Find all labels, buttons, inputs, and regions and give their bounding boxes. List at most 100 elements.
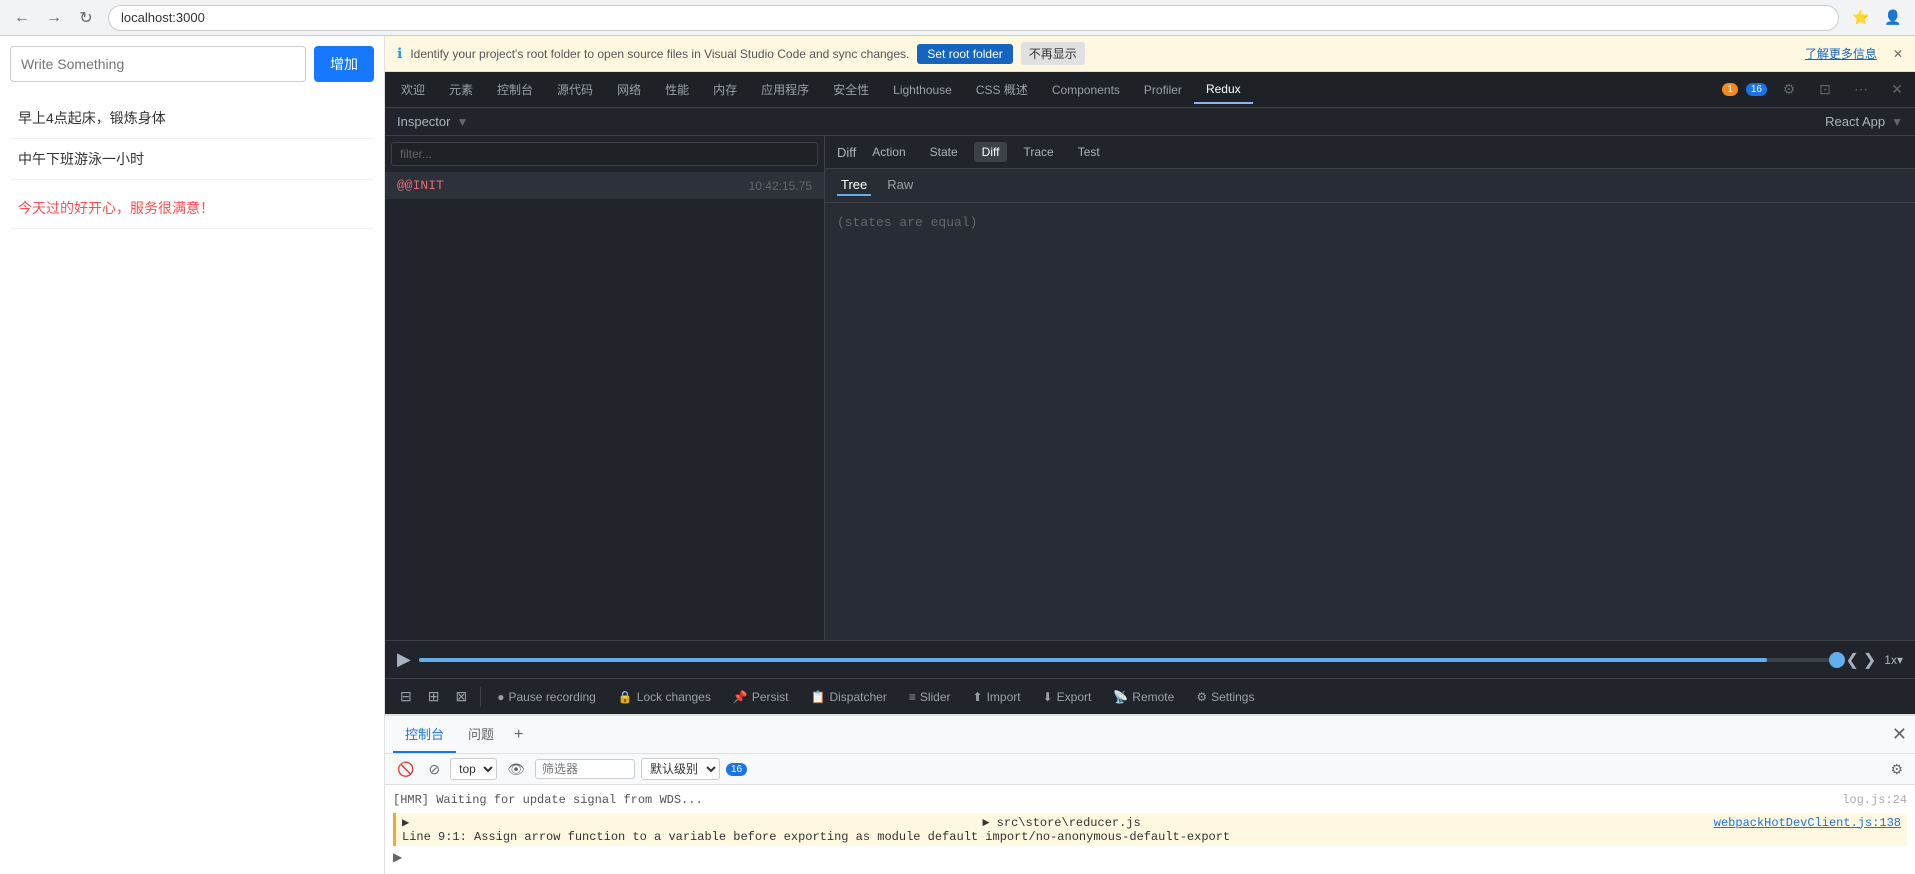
filter-toggle-button[interactable]: ⊘ (424, 759, 444, 780)
console-expand-row: ▶ (393, 848, 1907, 867)
toolbar-icon-btn-1[interactable]: ⊟ (393, 683, 419, 710)
prev-button[interactable]: ❮ (1845, 650, 1858, 670)
close-info-button[interactable]: ✕ (1893, 47, 1903, 61)
tab-profiler[interactable]: Profiler (1132, 77, 1194, 103)
filter-input[interactable] (391, 142, 818, 166)
tab-console-bottom[interactable]: 控制台 (393, 716, 456, 753)
log-file-link[interactable]: log.js:24 (1842, 791, 1907, 809)
url-display: localhost:3000 (121, 10, 205, 25)
tab-network[interactable]: 网络 (605, 75, 653, 104)
add-button[interactable]: 增加 (314, 46, 374, 82)
warning-expand-icon[interactable]: ▶ (402, 815, 409, 830)
app-input-row: 增加 (10, 46, 374, 82)
log-badge: 16 (1746, 83, 1767, 96)
close-console-button[interactable]: ✕ (1892, 724, 1907, 745)
dispatcher-label: Dispatcher (829, 690, 886, 704)
tab-console[interactable]: 控制台 (485, 75, 545, 104)
settings-label: Settings (1211, 690, 1254, 704)
slider-thumb[interactable] (1829, 652, 1845, 668)
tab-memory[interactable]: 内存 (701, 75, 749, 104)
learn-more-link[interactable]: 了解更多信息 (1805, 45, 1877, 62)
devtools-tabs-right: 1 16 ⚙ ⊡ ⋯ ✕ (1722, 76, 1911, 104)
tree-tab[interactable]: Tree (837, 175, 871, 196)
info-icon: ℹ (397, 45, 402, 62)
inspector-dropdown-icon[interactable]: ▼ (456, 115, 468, 129)
tab-performance[interactable]: 性能 (653, 75, 701, 104)
main-layout: 增加 早上4点起床，锻炼身体 中午下班游泳一小时 今天过的好开心，服务很满意！ … (0, 36, 1915, 874)
pause-recording-button[interactable]: ● Pause recording (487, 686, 606, 708)
dismiss-button[interactable]: 不再显示 (1021, 42, 1085, 65)
dispatcher-button[interactable]: 📋 Dispatcher (801, 686, 897, 708)
console-settings-button[interactable]: ⚙ (1886, 759, 1907, 780)
diff-header: Diff Action State Diff Trace Test (825, 136, 1915, 169)
tab-css-overview[interactable]: CSS 概述 (964, 75, 1040, 104)
tab-issues-bottom[interactable]: 问题 (456, 716, 506, 753)
log-level-select[interactable]: 默认级别 (641, 758, 720, 780)
list-item: 中午下班游泳一小时 (10, 139, 374, 180)
console-log-row: [HMR] Waiting for update signal from WDS… (393, 789, 1907, 811)
raw-tab[interactable]: Raw (883, 175, 917, 196)
trace-button[interactable]: Trace (1015, 142, 1061, 162)
speed-selector[interactable]: 1x▾ (1884, 653, 1903, 667)
address-bar[interactable]: localhost:3000 (108, 5, 1839, 31)
cast-icon[interactable]: ⊡ (1811, 76, 1839, 104)
tab-sources[interactable]: 源代码 (545, 75, 605, 104)
toolbar-icon-btn-2[interactable]: ⊞ (421, 683, 447, 710)
lock-changes-button[interactable]: 🔒 Lock changes (608, 686, 721, 708)
info-banner: ℹ Identify your project's root folder to… (385, 36, 1915, 72)
list-item-row[interactable]: @@INIT 10:42:15.75 (385, 172, 824, 199)
slider-label: Slider (920, 690, 951, 704)
export-button[interactable]: ⬇ Export (1033, 686, 1102, 708)
playback-slider[interactable] (419, 658, 1838, 662)
tab-redux[interactable]: Redux (1194, 76, 1253, 104)
next-button[interactable]: ❯ (1863, 650, 1876, 670)
devtools-panel: ℹ Identify your project's root folder to… (385, 36, 1915, 874)
browser-actions: ⭐ 👤 (1847, 4, 1907, 32)
persist-icon: 📌 (733, 690, 748, 704)
console-tabs: 控制台 问题 + ✕ (385, 716, 1915, 754)
inspector-header: Inspector ▼ React App ▼ (385, 108, 1915, 136)
warning-file-link[interactable]: webpackHotDevClient.js:138 (1714, 816, 1901, 830)
play-button[interactable]: ▶ (397, 649, 411, 670)
eye-icon[interactable]: 👁 (503, 759, 529, 780)
test-button[interactable]: Test (1070, 142, 1108, 162)
add-panel-button[interactable]: + (506, 722, 531, 748)
diff-button[interactable]: Diff (974, 142, 1008, 162)
remote-button[interactable]: 📡 Remote (1103, 686, 1184, 708)
frame-selector[interactable]: top (450, 758, 497, 780)
action-button[interactable]: Action (864, 142, 913, 162)
playback-bar: ▶ ❮ ❯ 1x▾ (385, 640, 1915, 678)
reload-button[interactable]: ↻ (72, 4, 100, 32)
forward-button[interactable]: → (40, 4, 68, 32)
warning-badge: 1 (1722, 83, 1738, 96)
back-button[interactable]: ← (8, 4, 36, 32)
write-input[interactable] (10, 46, 306, 82)
more-tools-icon[interactable]: ⋯ (1847, 76, 1875, 104)
profile-button[interactable]: 👤 (1879, 4, 1907, 32)
set-root-folder-button[interactable]: Set root folder (917, 44, 1012, 64)
toolbar-divider (480, 687, 481, 707)
settings-button[interactable]: ⚙ Settings (1186, 686, 1264, 708)
tab-lighthouse[interactable]: Lighthouse (881, 77, 964, 103)
close-devtools-button[interactable]: ✕ (1883, 76, 1911, 104)
import-button[interactable]: ⬆ Import (963, 686, 1031, 708)
tab-application[interactable]: 应用程序 (749, 75, 821, 104)
inspector-title: Inspector (397, 114, 450, 129)
list-item: 早上4点起床，锻炼身体 (10, 98, 374, 139)
warning-file-path: ► src\store\reducer.js (982, 816, 1140, 830)
slider-button[interactable]: ≡ Slider (899, 686, 961, 708)
tab-welcome[interactable]: 欢迎 (389, 75, 437, 104)
remote-icon: 📡 (1113, 690, 1128, 704)
tab-elements[interactable]: 元素 (437, 75, 485, 104)
react-app-dropdown-icon[interactable]: ▼ (1891, 115, 1903, 129)
expand-button[interactable]: ▶ (393, 850, 402, 864)
state-button[interactable]: State (922, 142, 966, 162)
tab-components[interactable]: Components (1040, 77, 1132, 103)
clear-console-button[interactable]: 🚫 (393, 759, 418, 780)
toolbar-icon-btn-3[interactable]: ⊠ (448, 683, 474, 710)
settings-gear-icon[interactable]: ⚙ (1775, 76, 1803, 104)
console-filter-input[interactable] (535, 759, 635, 779)
extensions-button[interactable]: ⭐ (1847, 4, 1875, 32)
tab-security[interactable]: 安全性 (821, 75, 881, 104)
persist-button[interactable]: 📌 Persist (723, 686, 799, 708)
